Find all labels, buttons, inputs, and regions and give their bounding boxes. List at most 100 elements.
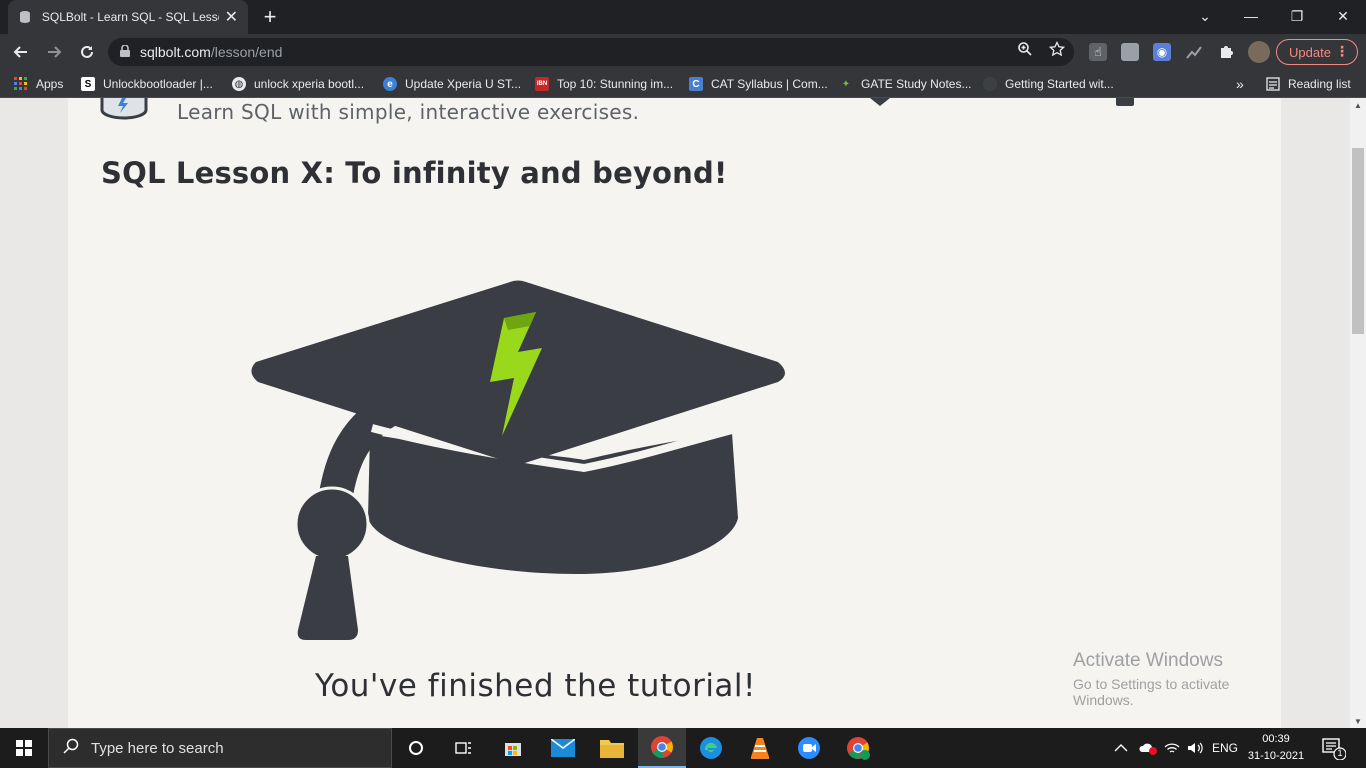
bookmarks-overflow-icon[interactable]: » xyxy=(1236,75,1244,93)
forward-arrow-icon xyxy=(48,46,62,58)
tray-chevron-icon[interactable] xyxy=(1114,728,1128,768)
menu-dots-icon[interactable]: ⋮ xyxy=(1335,43,1349,60)
partial-nav-icon xyxy=(870,98,890,106)
onedrive-error-icon[interactable] xyxy=(1139,728,1157,768)
volume-icon[interactable] xyxy=(1187,728,1205,768)
tab-title: SQLBolt - Learn SQL - SQL Lesson xyxy=(41,10,219,24)
apps-grid-icon xyxy=(14,77,28,91)
site-tagline: Learn SQL with simple, interactive exerc… xyxy=(177,100,640,124)
profile-avatar[interactable] xyxy=(1248,41,1270,63)
bookmark-label: Update Xperia U ST... xyxy=(405,77,522,91)
language-indicator[interactable]: ENG xyxy=(1212,728,1238,768)
s-logo-icon: S xyxy=(81,77,95,91)
restore-button[interactable]: ❐ xyxy=(1274,0,1320,32)
bookmark-update-xperia[interactable]: e Update Xperia U ST... xyxy=(383,75,521,93)
bookmark-apps[interactable]: Apps xyxy=(14,75,63,93)
edge-icon[interactable] xyxy=(687,728,735,768)
activate-windows-watermark: Activate Windows Go to Settings to activ… xyxy=(1073,650,1281,708)
url-path: /lesson/end xyxy=(210,44,283,60)
notification-count: 1 xyxy=(1337,748,1343,758)
system-clock[interactable]: 00:39 31-10-2021 xyxy=(1242,731,1310,765)
scroll-up-arrow-icon[interactable]: ▲ xyxy=(1350,98,1366,112)
reload-icon xyxy=(81,45,93,58)
url-host: sqlbolt.com xyxy=(140,44,211,60)
finished-message: You've finished the tutorial! xyxy=(315,668,756,704)
bookmark-label: Unlockbootloader |... xyxy=(103,77,213,91)
bookmark-unlockbootloader[interactable]: S Unlockbootloader |... xyxy=(81,75,213,93)
task-view-icon[interactable] xyxy=(440,728,488,768)
clock-date: 31-10-2021 xyxy=(1247,750,1305,762)
cortana-icon[interactable] xyxy=(392,728,440,768)
bookmark-label: Getting Started wit... xyxy=(1005,77,1114,91)
bookmark-label: GATE Study Notes... xyxy=(861,77,972,91)
bookmark-cat-syllabus[interactable]: C CAT Syllabus | Com... xyxy=(689,75,828,93)
chrome-profile-icon[interactable] xyxy=(834,728,882,768)
vertical-scrollbar[interactable]: ▲ ▼ xyxy=(1350,98,1366,728)
scrollbar-thumb[interactable] xyxy=(1352,148,1364,334)
browser-toolbar: sqlbolt.com /lesson/end ☝ ◉ Update ⋮ xyxy=(0,34,1366,70)
update-label: Update xyxy=(1289,44,1331,60)
site-icon xyxy=(983,77,997,91)
extension-touch-icon[interactable]: ☝ xyxy=(1089,43,1107,61)
notification-center-icon[interactable]: 1 xyxy=(1322,736,1347,761)
address-bar[interactable]: sqlbolt.com /lesson/end xyxy=(108,38,1074,66)
search-icon xyxy=(63,738,79,759)
update-button[interactable]: Update ⋮ xyxy=(1276,39,1358,65)
windows-taskbar: Type here to search ENG 00:39 31-10-2021… xyxy=(0,728,1366,768)
ibn-icon: IBN xyxy=(535,77,549,91)
bookmark-label: unlock xperia bootl... xyxy=(254,77,365,91)
extension-chart-icon[interactable] xyxy=(1185,43,1203,61)
store-icon[interactable] xyxy=(489,728,537,768)
graduation-cap-icon xyxy=(251,280,786,640)
file-explorer-icon[interactable] xyxy=(588,728,636,768)
lesson-title: SQL Lesson X: To infinity and beyond! xyxy=(101,156,728,190)
tab-search-dropdown-icon[interactable]: ⌄ xyxy=(1182,0,1228,32)
tab-strip: SQLBolt - Learn SQL - SQL Lesson ✕ + ⌄ —… xyxy=(0,0,1366,34)
reload-button[interactable] xyxy=(75,40,99,64)
new-tab-button[interactable]: + xyxy=(258,4,282,30)
tab-close-icon[interactable]: ✕ xyxy=(225,7,238,27)
close-window-button[interactable]: ✕ xyxy=(1320,0,1366,32)
reading-list-label: Reading list xyxy=(1288,77,1351,91)
search-placeholder: Type here to search xyxy=(91,739,224,757)
bookmark-getting-started[interactable]: Getting Started wit... xyxy=(983,75,1114,93)
bookmark-star-icon[interactable] xyxy=(1048,40,1066,58)
windows-logo-icon xyxy=(16,740,32,756)
page-viewport: Learn SQL with simple, interactive exerc… xyxy=(0,98,1350,728)
globe-icon: ◍ xyxy=(232,77,246,91)
wifi-icon[interactable] xyxy=(1164,728,1180,768)
mail-icon[interactable] xyxy=(539,728,587,768)
bookmark-top-10[interactable]: IBN Top 10: Stunning im... xyxy=(535,75,673,93)
bookmark-gate-notes[interactable]: ✦ GATE Study Notes... xyxy=(839,75,972,93)
partial-nav-icon-2 xyxy=(1116,98,1134,106)
taskbar-search-box[interactable]: Type here to search xyxy=(48,728,392,768)
extensions-puzzle-icon[interactable] xyxy=(1217,43,1235,61)
reading-list-icon xyxy=(1266,77,1280,91)
c-logo-icon: C xyxy=(689,77,703,91)
leaf-icon: ✦ xyxy=(841,78,851,90)
bookmark-label: Apps xyxy=(36,77,64,91)
bookmark-label: CAT Syllabus | Com... xyxy=(711,77,828,91)
chrome-taskbar-icon[interactable] xyxy=(638,728,686,768)
minimize-button[interactable]: — xyxy=(1228,0,1274,32)
zoom-app-icon[interactable] xyxy=(785,728,833,768)
scroll-down-arrow-icon[interactable]: ▼ xyxy=(1350,714,1366,728)
sqlbolt-favicon-icon xyxy=(19,11,30,23)
reading-list-button[interactable]: Reading list xyxy=(1266,75,1351,93)
sqlbolt-logo-icon[interactable] xyxy=(100,98,148,124)
vlc-icon[interactable] xyxy=(736,728,784,768)
lock-icon xyxy=(120,43,130,60)
bookmark-label: Top 10: Stunning im... xyxy=(557,77,674,91)
clock-time: 00:39 xyxy=(1262,733,1290,745)
back-button[interactable] xyxy=(9,40,33,64)
site-icon: e xyxy=(383,77,397,91)
zoom-icon[interactable] xyxy=(1016,40,1034,58)
forward-button[interactable] xyxy=(42,40,66,64)
bookmark-unlock-xperia[interactable]: ◍ unlock xperia bootl... xyxy=(232,75,364,93)
active-tab[interactable]: SQLBolt - Learn SQL - SQL Lesson ✕ xyxy=(8,0,248,34)
back-arrow-icon xyxy=(13,46,27,58)
extension-doc-icon[interactable] xyxy=(1121,43,1139,61)
extension-camera-icon[interactable]: ◉ xyxy=(1153,43,1171,61)
activate-subtitle: Go to Settings to activate Windows. xyxy=(1073,676,1230,708)
start-button[interactable] xyxy=(0,728,48,768)
